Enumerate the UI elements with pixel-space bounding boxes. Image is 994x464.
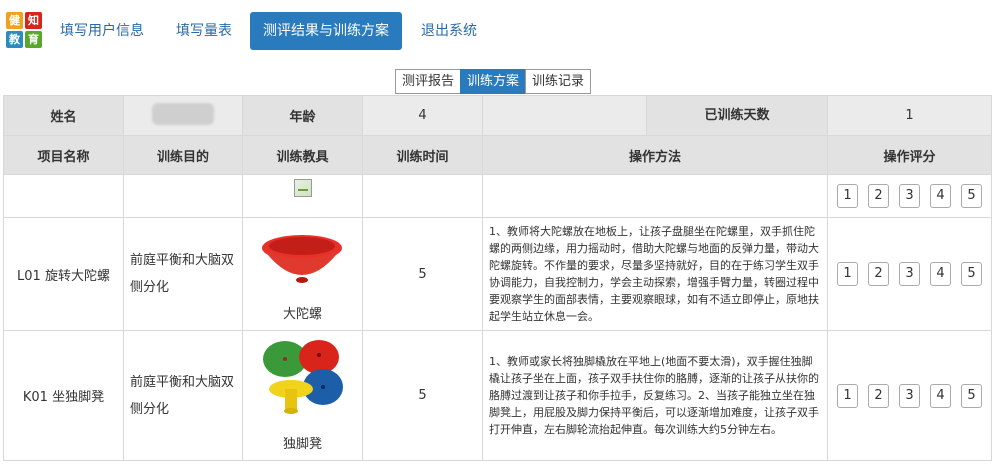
header-purpose: 训练目的 [123,135,243,175]
project-name: K01 坐独脚凳 [3,330,124,461]
table-header-row: 项目名称 训练目的 训练教具 训练时间 操作方法 操作评分 [3,135,992,175]
rating-button-4[interactable]: 4 [930,262,951,286]
rating-cell: 1 2 3 4 5 [827,174,992,218]
rating-group: 1 2 3 4 5 [828,383,991,408]
nav-logout[interactable]: 退出系统 [408,12,490,50]
header-rating: 操作评分 [827,135,992,175]
training-time: 5 [362,217,483,331]
nav-fill-user-info[interactable]: 填写用户信息 [47,12,157,50]
rating-button-3[interactable]: 3 [899,184,920,208]
age-value: 4 [362,95,483,136]
name-label: 姓名 [3,95,124,136]
rating-button-2[interactable]: 2 [868,383,889,408]
rating-button-1[interactable]: 1 [837,184,858,208]
tab-training-plan[interactable]: 训练方案 [460,69,527,94]
project-name: L01 旋转大陀螺 [3,217,124,331]
rating-button-1[interactable]: 1 [837,383,858,408]
training-time: 5 [362,330,483,461]
nav-results-and-plan[interactable]: 测评结果与训练方案 [250,12,402,50]
empty-cell [362,174,483,218]
student-info-row: 姓名 年龄 4 已训练天数 1 [3,95,992,136]
header-project-name: 项目名称 [3,135,124,175]
tool-cell [242,174,363,218]
training-purpose: 前庭平衡和大脑双侧分化 [123,330,243,461]
rating-button-5[interactable]: 5 [961,184,982,208]
rating-group: 1 2 3 4 5 [828,184,991,208]
balance-stool-image [263,340,343,414]
logo-char-1: 健 [6,12,23,29]
logo-char-4: 育 [25,31,42,48]
header-method: 操作方法 [482,135,828,175]
training-days-value: 1 [827,95,992,136]
nav-fill-scale[interactable]: 填写量表 [163,12,245,50]
table-row: K01 坐独脚凳 前庭平衡和大脑双侧分化 独脚凳 5 1、教师或家长将独脚橇放在… [3,330,992,461]
name-value [123,95,243,136]
rating-group: 1 2 3 4 5 [828,262,991,286]
app-logo: 健 知 教 育 [6,12,42,48]
rating-button-3[interactable]: 3 [899,383,920,408]
operation-method: 1、教师或家长将独脚橇放在平地上(地面不要太滑)，双手握住独脚橇让孩子坐在上面，… [482,330,828,461]
empty-cell [482,174,828,218]
header-tool: 训练教具 [242,135,363,175]
rating-button-5[interactable]: 5 [961,262,982,286]
spinning-top-image [262,235,342,283]
rating-button-3[interactable]: 3 [899,262,920,286]
days-label-text: 已训练天数 [704,108,770,123]
top-navigation-bar: 健 知 教 育 填写用户信息 填写量表 测评结果与训练方案 退出系统 [0,0,994,60]
rating-button-2[interactable]: 2 [868,262,889,286]
rating-cell: 1 2 3 4 5 [827,330,992,461]
rating-button-4[interactable]: 4 [930,184,951,208]
empty-cell [123,174,243,218]
rating-button-4[interactable]: 4 [930,383,951,408]
empty-cell [3,174,124,218]
tool-name: 大陀螺 [282,307,322,322]
logo-char-2: 知 [25,12,42,29]
info-spacer [483,96,647,135]
logo-char-3: 教 [6,31,23,48]
rating-button-5[interactable]: 5 [961,383,982,408]
rating-button-1[interactable]: 1 [837,262,858,286]
broken-image-icon [293,179,312,197]
training-plan-table: 姓名 年龄 4 已训练天数 1 项目名称 训练目的 训练教具 训练时间 操作方法… [3,95,992,461]
rating-cell: 1 2 3 4 5 [827,217,992,331]
tool-cell: 独脚凳 [242,330,363,461]
tab-assessment-report[interactable]: 测评报告 [395,69,462,94]
age-label: 年龄 [242,95,363,136]
tool-cell: 大陀螺 [242,217,363,331]
table-row: L01 旋转大陀螺 前庭平衡和大脑双侧分化 大陀螺 5 1、教师将大陀螺放在地板… [3,217,992,331]
rating-button-2[interactable]: 2 [868,184,889,208]
header-time: 训练时间 [362,135,483,175]
tab-training-record[interactable]: 训练记录 [525,69,592,94]
tool-name: 独脚凳 [282,437,322,452]
operation-method: 1、教师将大陀螺放在地板上，让孩子盘腿坐在陀螺里，双手抓住陀螺的两侧边缘，用力摇… [482,217,828,331]
sub-tabs: 测评报告 训练方案 训练记录 [395,69,592,94]
training-purpose: 前庭平衡和大脑双侧分化 [123,217,243,331]
training-days-label: 已训练天数 [482,95,828,136]
redacted-name [152,102,214,125]
table-row: 1 2 3 4 5 [3,174,992,218]
